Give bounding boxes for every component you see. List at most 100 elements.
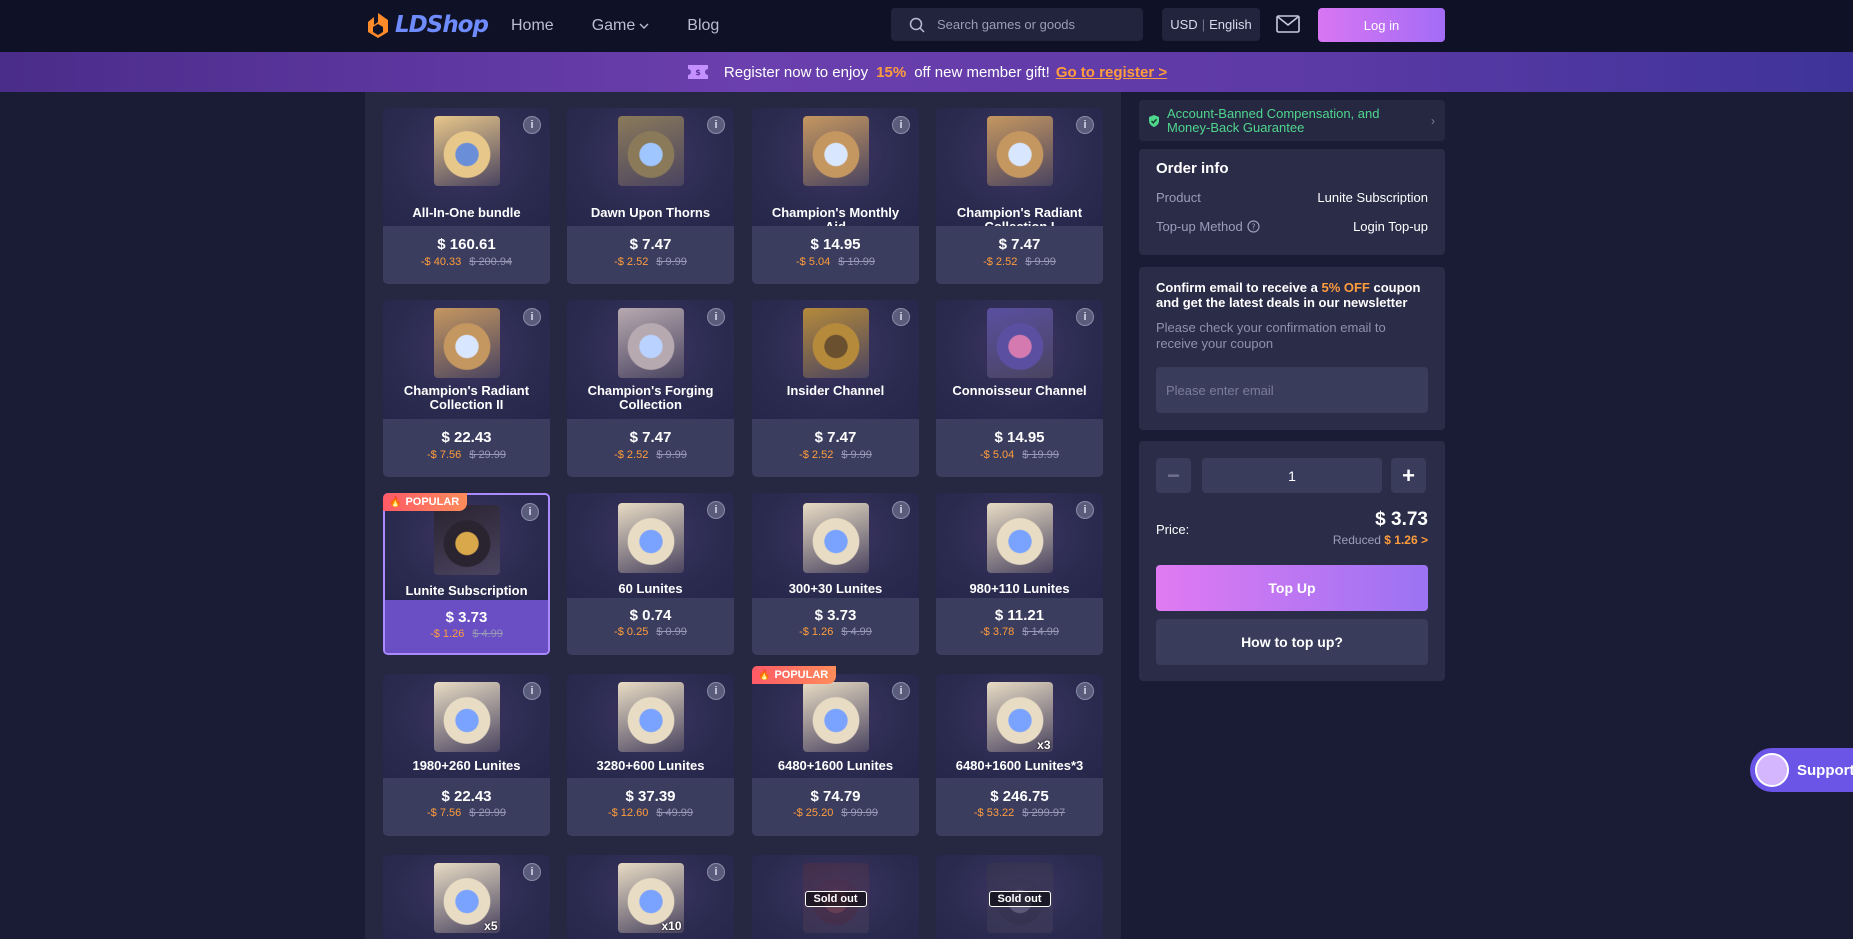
product-card[interactable]: Sold out bbox=[752, 855, 919, 939]
product-card[interactable]: i 300+30 Lunites $ 3.73 -$ 1.26 $ 4.99 bbox=[752, 493, 919, 655]
info-icon[interactable]: i bbox=[1076, 682, 1094, 700]
info-icon[interactable]: i bbox=[707, 501, 725, 519]
support-label: Support bbox=[1797, 761, 1853, 779]
info-icon[interactable]: i bbox=[707, 116, 725, 134]
info-icon[interactable]: i bbox=[523, 116, 541, 134]
product-image bbox=[433, 682, 500, 752]
info-icon[interactable]: i bbox=[892, 682, 910, 700]
chevron-down-icon bbox=[639, 23, 649, 29]
how-to-top-up-button[interactable]: How to top up? bbox=[1156, 619, 1428, 665]
reduced-label: Reduced bbox=[1332, 533, 1381, 547]
product-image bbox=[986, 116, 1053, 186]
discount-line: -$ 3.78 $ 14.99 bbox=[936, 626, 1103, 638]
info-icon[interactable]: i bbox=[521, 503, 539, 521]
product-value: Lunite Subscription bbox=[1317, 190, 1428, 205]
info-icon[interactable]: i bbox=[892, 116, 910, 134]
product-card[interactable]: iChampion's Radiant Collection I$ 7.47-$… bbox=[936, 108, 1103, 284]
mail-icon[interactable] bbox=[1276, 14, 1300, 34]
original-price: $ 99.99 bbox=[841, 807, 879, 819]
support-button[interactable]: Support bbox=[1750, 748, 1853, 792]
login-button[interactable]: Log in bbox=[1318, 8, 1445, 42]
product-image bbox=[433, 116, 500, 186]
info-icon[interactable]: i bbox=[1076, 501, 1094, 519]
discount-line: -$ 1.26 $ 4.99 bbox=[385, 628, 548, 640]
email-field[interactable] bbox=[1156, 367, 1428, 413]
svg-text:$: $ bbox=[695, 68, 701, 77]
product-price: $ 22.43 bbox=[441, 429, 492, 446]
info-icon[interactable]: i bbox=[892, 308, 910, 326]
search-box[interactable] bbox=[891, 8, 1143, 41]
nav-home[interactable]: Home bbox=[511, 17, 554, 35]
product-card[interactable]: i Dawn Upon Thorns $ 7.47 -$ 2.52 $ 9.99 bbox=[567, 108, 734, 284]
product-card[interactable]: i 980+110 Lunites $ 11.21 -$ 3.78 $ 14.99 bbox=[936, 493, 1103, 655]
product-card[interactable]: i All-In-One bundle $ 160.61 -$ 40.33 $ 200.… bbox=[383, 108, 550, 284]
info-icon[interactable]: i bbox=[523, 308, 541, 326]
info-icon[interactable]: i bbox=[707, 308, 725, 326]
original-price: $ 299.97 bbox=[1022, 807, 1066, 819]
product-card[interactable]: i 6480+1600 Lunites $ 74.79 -$ 25.20 $ 99.99 bbox=[752, 674, 919, 836]
multiplier-label: x3 bbox=[1037, 738, 1051, 752]
nav-blog[interactable]: Blog bbox=[687, 17, 719, 35]
discount-line: -$ 7.56 $ 29.99 bbox=[383, 807, 550, 819]
product-card[interactable]: i 1980+260 Lunites $ 22.43 -$ 7.56 $ 29.99 bbox=[383, 674, 550, 836]
brand-name: LDShop bbox=[395, 12, 489, 38]
reduced-info[interactable]: Reduced $ 1.26 > bbox=[1333, 533, 1428, 547]
product-card[interactable]: i 3280+600 Lunites $ 37.39 -$ 12.60 $ 49.99 bbox=[567, 674, 734, 836]
logo-flame-icon bbox=[368, 13, 388, 38]
help-icon[interactable]: ? bbox=[1247, 220, 1260, 233]
product-card[interactable]: i Insider Channel $ 7.47 -$ 2.52 $ 9.99 bbox=[752, 300, 919, 477]
quantity-increase-button[interactable]: + bbox=[1391, 458, 1426, 493]
original-price: $ 14.99 bbox=[1022, 626, 1059, 638]
top-up-button[interactable]: Top Up bbox=[1156, 565, 1428, 611]
svg-text:?: ? bbox=[1251, 223, 1255, 232]
product-image bbox=[802, 116, 869, 186]
brand-logo[interactable]: LDShop bbox=[365, 11, 489, 39]
info-icon[interactable]: i bbox=[1076, 308, 1094, 326]
product-card[interactable]: x3 i 6480+1600 Lunites*3 $ 246.75 -$ 53.22 $ … bbox=[936, 674, 1103, 836]
newsletter-title: Confirm email to receive a 5% OFF coupon… bbox=[1156, 280, 1431, 310]
info-icon[interactable]: i bbox=[1076, 116, 1094, 134]
product-card[interactable]: x10 i bbox=[567, 855, 734, 939]
discount-amount: -$ 2.52 bbox=[983, 256, 1018, 268]
info-icon[interactable]: i bbox=[523, 682, 541, 700]
method-row: Top-up Method ? Login Top-up bbox=[1156, 219, 1428, 234]
product-card[interactable]: i Connoisseur Channel $ 14.95 -$ 5.04 $ 19.9… bbox=[936, 300, 1103, 477]
product-card[interactable]: i Lunite Subscription $ 3.73 -$ 1.26 $ 4.99 bbox=[383, 493, 550, 655]
chevron-right-icon: › bbox=[1431, 113, 1435, 128]
register-link[interactable]: Go to register > bbox=[1056, 64, 1167, 81]
product-name: Connoisseur Channel bbox=[952, 383, 1087, 398]
quantity-decrease-button[interactable]: − bbox=[1156, 458, 1191, 493]
product-name: 3280+600 Lunites bbox=[596, 758, 705, 773]
product-card[interactable]: Sold out bbox=[936, 855, 1103, 939]
product-card[interactable]: iChampion's Monthly Aid$ 14.95-$ 5.04$ 1… bbox=[752, 108, 919, 284]
nav-game[interactable]: Game bbox=[592, 17, 650, 35]
product-price: $ 7.47 bbox=[998, 236, 1041, 253]
product-image bbox=[986, 308, 1053, 378]
banner-percent: 15% bbox=[876, 63, 907, 81]
product-name: Insider Channel bbox=[786, 383, 885, 398]
product-card[interactable]: i 60 Lunites $ 0.74 -$ 0.25 $ 0.99 bbox=[567, 493, 734, 655]
product-card[interactable]: i Champion's Radiant Collection II $ 22.43… bbox=[383, 300, 550, 477]
guarantee-banner[interactable]: Account-Banned Compensation, and Money-B… bbox=[1139, 100, 1445, 141]
product-card[interactable]: i Champion's Forging Collection $ 7.47 -$ 2… bbox=[567, 300, 734, 477]
quantity-stepper[interactable]: 1 bbox=[1202, 458, 1382, 493]
info-icon[interactable]: i bbox=[523, 863, 541, 881]
price-area bbox=[567, 419, 734, 477]
info-icon[interactable]: i bbox=[707, 682, 725, 700]
product-name: 980+110 Lunites bbox=[969, 581, 1070, 596]
product-row: Product Lunite Subscription bbox=[1156, 190, 1428, 205]
discount-line: -$ 53.22 $ 299.97 bbox=[936, 807, 1103, 819]
original-price: $ 19.99 bbox=[838, 256, 875, 268]
product-price: $ 37.39 bbox=[625, 788, 676, 805]
original-price: $ 200.94 bbox=[469, 256, 513, 268]
newsletter-highlight: 5% OFF bbox=[1321, 280, 1370, 295]
search-input[interactable] bbox=[937, 17, 1117, 32]
top-header: LDShop Home Game Blog USD | English Log … bbox=[0, 0, 1853, 52]
product-price: $ 14.95 bbox=[994, 429, 1045, 446]
product-card[interactable]: x5 i bbox=[383, 855, 550, 939]
info-icon[interactable]: i bbox=[892, 501, 910, 519]
guarantee-text: Account-Banned Compensation, and Money-B… bbox=[1167, 105, 1380, 135]
info-icon[interactable]: i bbox=[707, 863, 725, 881]
currency-language-selector[interactable]: USD | English bbox=[1162, 8, 1260, 41]
product-name: 1980+260 Lunites bbox=[412, 758, 521, 773]
